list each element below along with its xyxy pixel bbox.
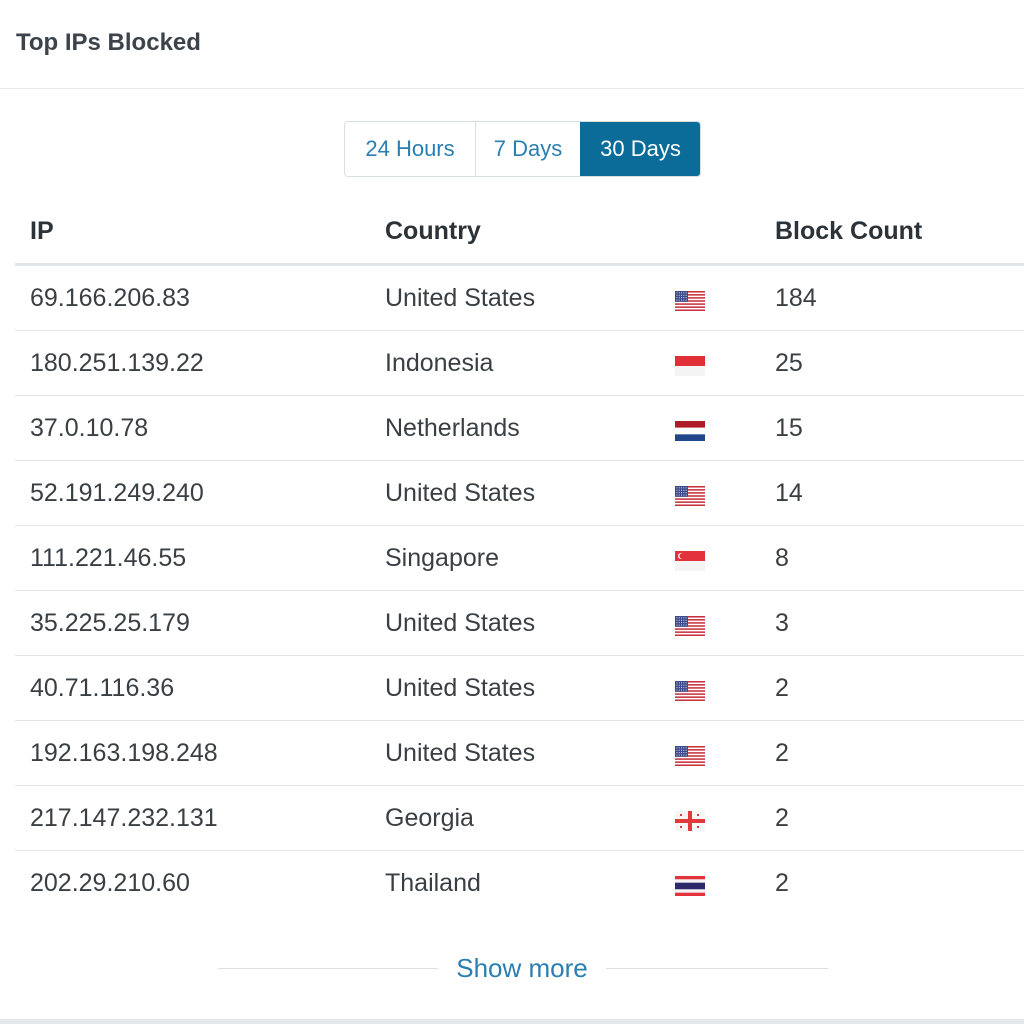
header-block-count: Block Count [775, 217, 923, 245]
us-flag-icon [675, 291, 705, 311]
table-row: 37.0.10.78 Netherlands 15 [15, 396, 1024, 461]
header-country: Country [385, 217, 481, 245]
country-cell: United States [385, 479, 536, 507]
ip-cell: 52.191.249.240 [30, 479, 204, 507]
block-count-cell: 14 [775, 479, 803, 507]
show-more-section: Show more [218, 945, 828, 991]
country-cell: Georgia [385, 804, 474, 832]
ip-cell: 111.221.46.55 [30, 544, 187, 572]
block-count-cell: 3 [775, 609, 789, 637]
ip-cell: 40.71.116.36 [30, 674, 175, 702]
panel-header: Top IPs Blocked [0, 0, 1024, 89]
table-row: 111.221.46.55 Singapore 8 [15, 526, 1024, 591]
block-count-cell: 2 [775, 739, 789, 767]
country-cell: United States [385, 674, 536, 702]
table-row: 217.147.232.131 Georgia 2 [15, 786, 1024, 851]
country-cell: United States [385, 609, 536, 637]
table-row: 35.225.25.179 United States 3 [15, 591, 1024, 656]
range-24-hours-button[interactable]: 24 Hours [345, 122, 475, 176]
table-row: 40.71.116.36 United States 2 [15, 656, 1024, 721]
ip-cell: 69.166.206.83 [30, 284, 190, 312]
table-row: 192.163.198.248 United States 2 [15, 721, 1024, 786]
ip-cell: 202.29.210.60 [30, 869, 190, 897]
ip-cell: 35.225.25.179 [30, 609, 190, 637]
show-more-divider-left [218, 968, 438, 969]
country-cell: Netherlands [385, 414, 520, 442]
show-more-divider-right [606, 968, 828, 969]
block-count-cell: 184 [775, 284, 817, 312]
us-flag-icon [675, 746, 705, 766]
ip-cell: 37.0.10.78 [30, 414, 149, 442]
sg-flag-icon [675, 551, 705, 571]
us-flag-icon [675, 616, 705, 636]
country-cell: Thailand [385, 869, 481, 897]
block-count-cell: 2 [775, 869, 789, 897]
block-count-cell: 2 [775, 674, 789, 702]
country-cell: Singapore [385, 544, 499, 572]
top-ips-blocked-panel: Top IPs Blocked 24 Hours 7 Days 30 Days … [0, 0, 1024, 1024]
panel-bottom-edge [0, 1019, 1024, 1024]
id-flag-icon [675, 356, 705, 376]
country-cell: United States [385, 284, 536, 312]
range-7-days-button[interactable]: 7 Days [475, 122, 580, 176]
table-header-row: IP Country Block Count [15, 198, 1024, 266]
blocked-ips-table: IP Country Block Count 69.166.206.83 Unit… [15, 198, 1024, 916]
show-more-link[interactable]: Show more [438, 951, 606, 985]
range-30-days-button[interactable]: 30 Days [580, 122, 700, 176]
country-cell: United States [385, 739, 536, 767]
ge-flag-icon [675, 811, 705, 831]
ip-cell: 180.251.139.22 [30, 349, 204, 377]
nl-flag-icon [675, 421, 705, 441]
th-flag-icon [675, 876, 705, 896]
country-cell: Indonesia [385, 349, 494, 377]
table-row: 202.29.210.60 Thailand 2 [15, 851, 1024, 916]
panel-title: Top IPs Blocked [16, 29, 201, 56]
block-count-cell: 8 [775, 544, 789, 572]
table-row: 52.191.249.240 United States 14 [15, 461, 1024, 526]
ip-cell: 217.147.232.131 [30, 804, 218, 832]
table-row: 69.166.206.83 United States 184 [15, 266, 1024, 331]
header-ip: IP [30, 217, 54, 245]
block-count-cell: 25 [775, 349, 803, 377]
time-range-toggle: 24 Hours 7 Days 30 Days [344, 121, 701, 177]
block-count-cell: 15 [775, 414, 803, 442]
us-flag-icon [675, 681, 705, 701]
block-count-cell: 2 [775, 804, 789, 832]
table-row: 180.251.139.22 Indonesia 25 [15, 331, 1024, 396]
ip-cell: 192.163.198.248 [30, 739, 218, 767]
table-body: 69.166.206.83 United States 184 180.251.139… [15, 266, 1024, 916]
us-flag-icon [675, 486, 705, 506]
